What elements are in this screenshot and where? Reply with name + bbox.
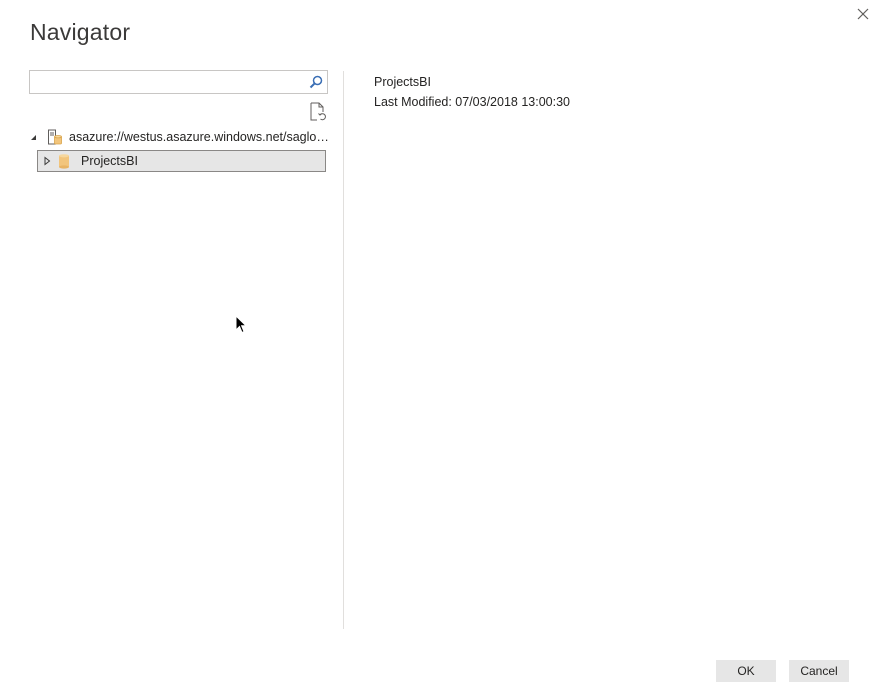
preview-last-modified: Last Modified: 07/03/2018 13:00:30: [374, 95, 570, 109]
database-cylinder-icon: [56, 153, 72, 169]
search-box[interactable]: [29, 70, 328, 94]
server-database-icon: [47, 129, 63, 145]
refresh-document-icon: [310, 102, 326, 121]
refresh-button[interactable]: [309, 102, 327, 122]
expand-arrow-icon[interactable]: [42, 156, 52, 166]
search-input[interactable]: [34, 72, 308, 92]
tree-item-label: ProjectsBI: [81, 154, 138, 168]
tree-item-projectsbi[interactable]: ProjectsBI: [37, 150, 326, 172]
close-icon: [857, 8, 869, 20]
tree-root-node[interactable]: asazure://westus.asazure.windows.net/sag…: [29, 126, 329, 148]
navigator-dialog: Navigator asazure://westus.asazure.windo…: [0, 0, 879, 699]
preview-pane: ProjectsBI Last Modified: 07/03/2018 13:…: [374, 72, 570, 112]
cancel-button[interactable]: Cancel: [789, 660, 849, 682]
close-button[interactable]: [852, 3, 874, 25]
dialog-title: Navigator: [30, 19, 131, 45]
preview-title: ProjectsBI: [374, 75, 431, 89]
tree-root-label: asazure://westus.asazure.windows.net/sag…: [69, 130, 329, 144]
ok-button[interactable]: OK: [716, 660, 776, 682]
pane-divider: [343, 71, 344, 629]
search-icon[interactable]: [308, 74, 324, 90]
mouse-pointer-icon: [235, 315, 248, 334]
collapse-arrow-icon[interactable]: [29, 132, 39, 142]
